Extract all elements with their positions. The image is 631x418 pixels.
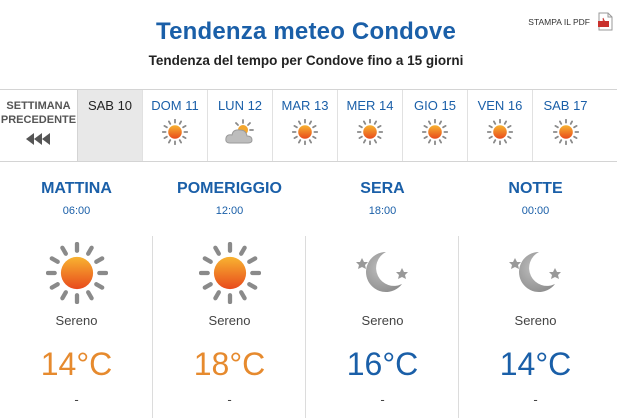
day-tab-mar-13[interactable]: MAR 13 bbox=[273, 90, 338, 161]
period-condition: Sereno bbox=[361, 313, 404, 328]
period-mattina: MATTINA 06:00 Sereno 14°C - bbox=[0, 162, 153, 418]
day-label: MER 14 bbox=[346, 98, 394, 113]
sun-icon bbox=[291, 118, 319, 150]
sun-icon bbox=[421, 118, 449, 150]
day-tab-sab-10[interactable]: SAB 10 bbox=[78, 90, 143, 161]
print-pdf-link[interactable]: STAMPA IL PDF bbox=[528, 12, 613, 31]
day-tab-gio-15[interactable]: GIO 15 bbox=[403, 90, 468, 161]
day-tab-ven-16[interactable]: VEN 16 bbox=[468, 90, 533, 161]
cloud-sun-icon bbox=[224, 119, 256, 150]
day-label: SAB 10 bbox=[87, 98, 133, 113]
period-notte: NOTTE 00:00 Sereno 14°C - bbox=[459, 162, 612, 418]
day-periods: MATTINA 06:00 Sereno 14°C - POMERIGGIO 12:00 … bbox=[0, 162, 617, 418]
period-temperature: 16°C bbox=[346, 346, 419, 382]
period-extra: - bbox=[227, 392, 232, 407]
period-condition: Sereno bbox=[514, 313, 557, 328]
period-time: 12:00 bbox=[215, 205, 244, 217]
period-condition: Sereno bbox=[55, 313, 98, 328]
period-name: NOTTE bbox=[508, 180, 563, 197]
period-time: 06:00 bbox=[62, 205, 91, 217]
period-time: 00:00 bbox=[521, 205, 550, 217]
period-pomeriggio: POMERIGGIO 12:00 Sereno 18°C - bbox=[153, 162, 306, 418]
period-temperature: 14°C bbox=[499, 346, 572, 382]
pdf-file-icon bbox=[598, 12, 613, 31]
sun-icon bbox=[486, 118, 514, 150]
day-label: SAB 17 bbox=[543, 98, 588, 113]
day-label: LUN 12 bbox=[217, 98, 263, 113]
previous-week-label: SETTIMANA PRECEDENTE bbox=[0, 100, 77, 126]
period-time: 18:00 bbox=[368, 205, 397, 217]
period-name: POMERIGGIO bbox=[177, 180, 282, 197]
day-label: MAR 13 bbox=[281, 98, 329, 113]
moon-stars-icon bbox=[352, 242, 414, 303]
page-title: Tendenza meteo Condove bbox=[156, 18, 456, 45]
period-temperature: 18°C bbox=[193, 346, 266, 382]
day-tab-dom-11[interactable]: DOM 11 bbox=[143, 90, 208, 161]
sun-icon bbox=[198, 241, 261, 309]
period-extra: - bbox=[74, 392, 79, 407]
day-selector: SETTIMANA PRECEDENTE SAB 10 DOM 11 LUN 12… bbox=[0, 89, 617, 162]
sun-icon bbox=[552, 118, 579, 150]
day-label: DOM 11 bbox=[151, 98, 199, 113]
period-extra: - bbox=[533, 392, 538, 407]
day-label: GIO 15 bbox=[414, 98, 456, 113]
period-condition: Sereno bbox=[208, 313, 251, 328]
print-pdf-label: STAMPA IL PDF bbox=[528, 16, 590, 27]
period-temperature: 14°C bbox=[40, 346, 113, 382]
moon-stars-icon bbox=[505, 242, 567, 303]
sun-icon bbox=[356, 118, 384, 150]
triple-left-arrow-icon bbox=[25, 132, 52, 150]
day-tab-sab-17[interactable]: SAB 17 bbox=[533, 90, 598, 161]
day-tab-mer-14[interactable]: MER 14 bbox=[338, 90, 403, 161]
previous-week-button[interactable]: SETTIMANA PRECEDENTE bbox=[0, 90, 78, 161]
period-name: MATTINA bbox=[41, 180, 112, 197]
period-name: SERA bbox=[360, 180, 405, 197]
period-extra: - bbox=[380, 392, 385, 407]
sun-icon bbox=[45, 241, 108, 309]
page-subtitle: Tendenza del tempo per Condove fino a 15… bbox=[148, 53, 464, 68]
day-label: VEN 16 bbox=[477, 98, 523, 113]
period-sera: SERA 18:00 Sereno 16°C - bbox=[306, 162, 459, 418]
sun-icon bbox=[161, 118, 189, 150]
day-tab-lun-12[interactable]: LUN 12 bbox=[208, 90, 273, 161]
